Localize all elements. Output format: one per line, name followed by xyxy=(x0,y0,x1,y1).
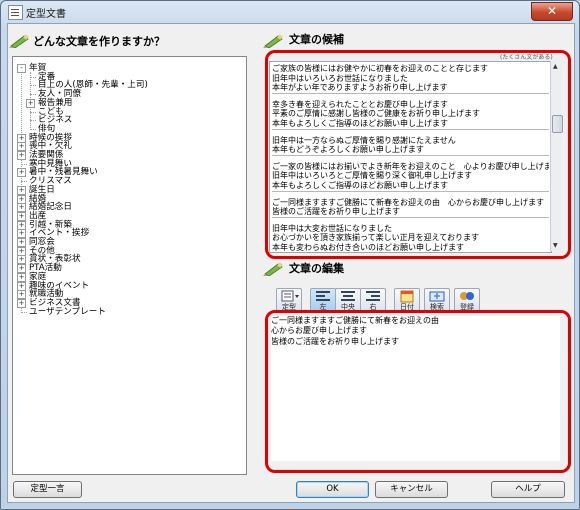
phrase-button[interactable]: 定型一言 xyxy=(13,481,82,498)
style-icon xyxy=(281,290,299,302)
candidate-line: ご家族の皆様にはお健やかに初春をお迎えのことと存じます xyxy=(272,64,488,73)
candidate-item[interactable]: ご家族の皆様にはお健やかに初春をお迎えのことと存じます 旧年中はいろいろお世話にな… xyxy=(272,64,549,94)
align-right-icon xyxy=(366,291,380,301)
insert-date-button[interactable]: 日付 xyxy=(394,288,420,312)
expand-icon[interactable]: + xyxy=(17,185,26,195)
candidates-list[interactable]: ご家族の皆様にはお健やかに初春をお迎えのことと存じます 旧年中はいろいろお世話にな… xyxy=(269,61,552,253)
document-icon xyxy=(8,5,23,20)
candidate-item[interactable]: 旧年中は一方ならぬご厚情を賜り感謝にたえません 本年もどうぞよろしくお願い申し上げ… xyxy=(272,136,549,156)
candidate-line: 本年もよろしくご指導のほどお願い申し上げます xyxy=(272,118,448,128)
cancel-button[interactable]: キャンセル xyxy=(375,481,448,498)
scroll-down-icon[interactable]: ▼ xyxy=(553,242,558,249)
window-title: 定型文書 xyxy=(26,9,66,20)
candidate-line: 本年もどうぞよろしくお願い申し上げます xyxy=(272,145,424,155)
tree-connector xyxy=(30,120,36,122)
candidates-heading: 文章の候補 xyxy=(289,33,344,46)
candidate-line: 旧年中は大変お世話になりました xyxy=(272,223,392,233)
ok-button[interactable]: OK xyxy=(296,481,369,498)
expand-icon[interactable]: + xyxy=(17,211,26,221)
edit-heading: 文章の編集 xyxy=(289,262,344,275)
search-button[interactable]: 検索 xyxy=(424,288,450,312)
expand-icon[interactable]: + xyxy=(17,142,26,152)
register-button[interactable]: 登録 xyxy=(454,288,480,312)
pencil-icon xyxy=(9,34,29,48)
tree-connector xyxy=(21,163,27,165)
pencil-icon xyxy=(263,262,283,276)
expand-icon[interactable]: + xyxy=(17,168,26,178)
edit-line: 心からお慶び申し上げます xyxy=(271,326,367,336)
expand-icon[interactable]: + xyxy=(17,151,26,160)
candidate-item[interactable]: 旧年中は大変お世話になりました お心づかいを頂き家族揃って楽しい正月を迎えておりま… xyxy=(272,223,549,252)
candidate-item[interactable]: 幸多き春を迎えられたこととお慶び申し上げます 平素のご厚情に感謝し皆様のご健康をお… xyxy=(272,100,549,130)
calendar-icon xyxy=(400,290,414,303)
style-button[interactable]: 定型 xyxy=(276,288,302,312)
search-icon xyxy=(429,291,445,302)
expand-icon[interactable]: + xyxy=(17,298,26,308)
scroll-thumb[interactable] xyxy=(552,115,563,133)
expand-icon[interactable]: + xyxy=(17,194,26,204)
candidate-line: 本年もよろしくご指導のほどお願い申し上げます xyxy=(272,180,448,190)
candidate-line: お心づかいを頂き家族揃って楽しい正月を迎えております xyxy=(272,233,479,243)
edit-line: 皆様のご活躍をお祈り申し上げます xyxy=(271,336,399,346)
expand-icon[interactable]: + xyxy=(17,220,26,230)
help-button[interactable]: ヘルプ xyxy=(491,481,565,498)
candidate-line: ご一家の皆様にはお揃いでよき新年をお迎えのこと 心よりお慶び申し上げます xyxy=(272,161,549,171)
expand-icon[interactable]: + xyxy=(17,272,26,282)
candidate-line: 本年がよい年でありますようお祈り申し上げます xyxy=(272,83,448,93)
expand-icon[interactable]: + xyxy=(17,246,26,256)
expand-icon[interactable]: + xyxy=(17,133,26,143)
candidate-line: ご一同様ますますご健勝にて新春をお迎えの由 心からお慶び申し上げます xyxy=(272,197,544,207)
candidates-scrollbar[interactable]: ▲ ▼ xyxy=(550,61,563,251)
collapse-icon[interactable]: - xyxy=(17,64,26,73)
align-center-button[interactable]: 中央 xyxy=(335,288,361,312)
expand-icon[interactable]: + xyxy=(17,255,26,265)
edit-textarea[interactable]: ご一同様ますますご健勝にて新春をお迎えの由 心からお慶び申し上げます 皆様のご活躍を… xyxy=(271,316,560,461)
expand-icon[interactable]: + xyxy=(17,203,26,213)
category-tree-pane[interactable]: - 年賀 定番 目上の人(恩師・先輩・上司) 友人・同僚 + 報告兼用 こども ビジネス 俳句 + 時… xyxy=(12,56,247,475)
expand-icon[interactable]: + xyxy=(17,281,26,291)
align-left-icon xyxy=(316,291,330,301)
expand-icon[interactable]: + xyxy=(17,290,26,300)
align-center-icon xyxy=(341,291,355,301)
scroll-up-icon[interactable]: ▲ xyxy=(553,63,558,70)
close-button[interactable]: ✕ xyxy=(531,2,573,21)
candidate-line: 旧年中はいろいろとご厚情を賜り深く御礼申し上げます xyxy=(272,171,472,181)
expand-icon[interactable]: + xyxy=(17,238,26,247)
title-bar[interactable]: 定型文書 ✕ xyxy=(1,1,579,23)
pencil-icon xyxy=(263,34,283,48)
tree-heading: どんな文章を作りますか？ xyxy=(33,35,165,48)
category-tree[interactable]: - 年賀 定番 目上の人(恩師・先輩・上司) 友人・同僚 + 報告兼用 こども ビジネス 俳句 + 時… xyxy=(17,61,249,479)
tree-connector xyxy=(30,128,36,130)
tree-item-label: ユーザテンプレート xyxy=(29,306,106,317)
align-right-button[interactable]: 右 xyxy=(360,288,386,312)
register-icon xyxy=(460,292,474,300)
tree-connector xyxy=(30,85,36,87)
tree-connector xyxy=(30,111,36,113)
expand-icon[interactable]: + xyxy=(26,98,35,108)
align-left-button[interactable]: 左 xyxy=(310,288,336,312)
candidate-item[interactable]: ご一家の皆様にはお揃いでよき新年をお迎えのこと 心よりお慶び申し上げます 旧年中は… xyxy=(272,162,549,192)
tree-connector xyxy=(30,94,36,96)
candidate-line: 皆様のご活躍をお祈り申し上げます xyxy=(272,207,400,217)
expand-icon[interactable]: + xyxy=(17,229,26,239)
candidate-line: 旧年中は一方ならぬご厚情を賜り感謝にたえません xyxy=(272,135,456,145)
candidate-line: 本年も変わらぬお付き合いのほどお願い申し上げます xyxy=(272,242,464,252)
candidate-line: 幸多き春を迎えられたこととお慶び申し上げます xyxy=(272,99,448,109)
candidate-line: 平素のご厚情に感謝し皆様のご健康をお祈り申し上げます xyxy=(272,109,480,119)
tree-connector xyxy=(30,76,36,78)
tree-connector xyxy=(21,181,27,183)
edit-line: ご一同様ますますご健勝にて新春をお迎えの由 xyxy=(271,316,439,325)
candidate-item[interactable]: ご一同様ますますご健勝にて新春をお迎えの由 心からお慶び申し上げます 皆様のご活躍… xyxy=(272,198,549,218)
candidate-line: 旧年中はいろいろお世話になりました xyxy=(272,73,408,83)
tree-connector xyxy=(21,311,27,313)
expand-icon[interactable]: + xyxy=(17,264,26,274)
